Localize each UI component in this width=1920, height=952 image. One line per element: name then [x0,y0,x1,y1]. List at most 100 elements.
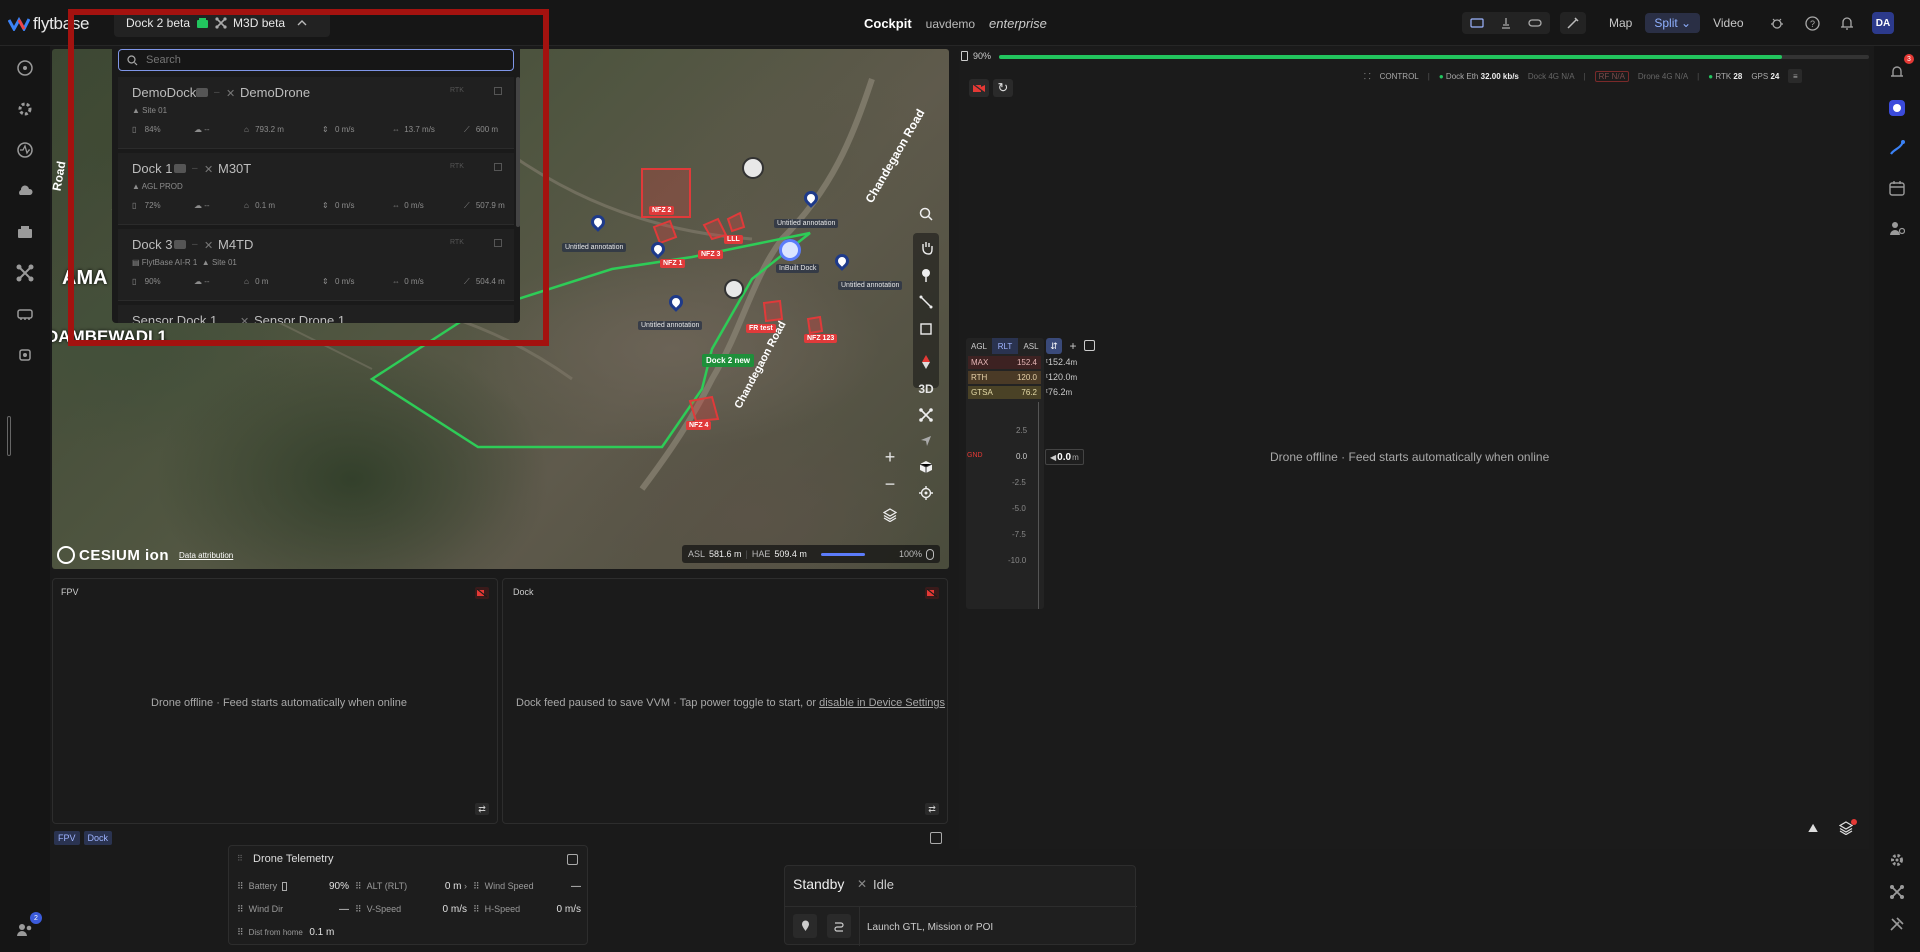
weather-icon[interactable] [13,179,37,203]
dashboard-icon[interactable] [13,56,37,80]
drone-icon: ✕ [857,877,868,891]
mode-rlt[interactable]: RLT [992,338,1018,354]
add-icon[interactable]: + [1066,338,1080,354]
telemetry-value: 0 m/s [556,903,581,915]
layers-icon[interactable] [877,502,903,528]
telemetry-value: 0 m [444,880,462,892]
tools-icon[interactable] [1885,912,1909,936]
drone-nav-icon[interactable] [13,261,37,285]
telemetry-label: Dist from home [248,927,303,937]
dock-marker[interactable] [724,279,744,299]
dock-label: Dock 2 new [702,354,755,367]
refresh-icon[interactable]: ↻ [993,79,1013,97]
line-tool-icon[interactable] [913,289,939,315]
drag-handle-icon[interactable]: ⠿ [237,854,243,863]
help-icon[interactable]: ? [1803,14,1821,32]
debug-icon[interactable] [1768,14,1786,32]
map-overlay-icon[interactable]: ⛰ [1802,818,1824,838]
cube-icon[interactable] [913,454,939,480]
mode-agl[interactable]: AGL [966,338,992,354]
compass-icon[interactable] [913,349,939,375]
navigate-arrow-icon[interactable] [913,428,939,454]
telemetry-panel: ⠿ Drone Telemetry ⠿ Battery 90% ⠿ ALT (R… [228,845,588,945]
nfz-label: LLL [724,235,743,244]
camera-off-icon[interactable] [969,79,989,97]
zoom-out-button[interactable]: − [877,471,903,497]
tier-label: enterprise [989,16,1047,31]
svg-text:?: ? [1809,19,1814,29]
bell-icon[interactable] [1838,14,1856,32]
tab-split[interactable]: Split ⌄ [1645,13,1701,33]
popout-icon[interactable] [930,832,942,844]
swap-icon[interactable]: ⇄ [925,803,939,815]
dock-marker[interactable] [742,157,764,179]
popout-icon[interactable] [1084,340,1095,351]
dock-control-icon[interactable] [1500,17,1512,29]
dock-feed-panel: Dock Dock feed paused to save VVM · Tap … [502,578,948,824]
fleet-icon[interactable] [13,302,37,326]
left-nav: 2 [0,46,50,952]
telemetry-altitude[interactable]: ⠿ ALT (RLT) 0 m › [355,876,467,896]
tab-dock[interactable]: Dock [83,831,113,845]
disable-settings-link[interactable]: disable in Device Settings [819,697,945,709]
hand-pan-icon[interactable] [913,235,939,261]
camera-off-icon[interactable] [925,587,939,599]
route-icon[interactable] [827,914,851,938]
settings-cog-icon[interactable] [13,97,37,121]
gamepad-icon[interactable] [1528,18,1542,28]
data-attribution-link[interactable]: Data attribution [179,551,233,560]
keyboard-icon[interactable] [1470,18,1484,28]
calendar-icon[interactable] [1885,176,1909,200]
dock-eth-rate: 32.00 kb/s [1480,71,1519,81]
tab-fpv[interactable]: FPV [54,831,80,845]
rf-value: N/A [1611,71,1625,81]
mode-asl[interactable]: ASL [1018,338,1044,354]
swap-icon[interactable]: ⇄ [475,803,489,815]
launch-prompt[interactable]: Launch GTL, Mission or POI [867,922,993,933]
dock-feed-message-text: Dock feed paused to save VVM · Tap power… [516,697,820,709]
flight-path-icon[interactable] [1885,136,1909,160]
highlight-box [68,9,549,346]
menu-icon[interactable]: ≡ [1788,69,1803,83]
scale-tick: -2.5 [1012,478,1026,487]
camera-off-icon[interactable] [475,587,489,599]
activity-icon[interactable] [13,138,37,162]
telemetry-value: — [571,880,581,892]
control-label: CONTROL [1379,71,1419,81]
operator-icon[interactable] [1885,216,1909,240]
polygon-tool-icon[interactable] [913,316,939,342]
alt-gtsa-row: GTSA 76.2 [968,386,1041,399]
draw-tool-button[interactable] [1560,12,1586,34]
popout-icon[interactable] [567,854,578,865]
avatar[interactable]: DA [1872,12,1894,34]
tab-map[interactable]: Map [1600,13,1641,33]
active-dock-marker[interactable] [779,239,801,261]
zoom-slider[interactable] [820,552,865,556]
altitude-lock-icon[interactable]: ⇵ [1046,338,1062,354]
telemetry-label: Battery [248,881,278,891]
integrations-icon[interactable] [13,343,37,367]
alt-value: 76.2 [1021,388,1037,397]
cesium-attribution: CESIUM ion [79,546,169,564]
location-pin-icon[interactable] [793,914,817,938]
zoom-in-button[interactable]: + [877,444,903,470]
toggle-3d-button[interactable]: 3D [913,376,939,402]
alt-scale-line [1038,402,1039,609]
fpv-title: FPV [61,587,79,597]
tab-video[interactable]: Video [1704,13,1752,33]
alert-icon[interactable] [1885,60,1909,84]
org-name: uavdemo [925,17,976,31]
dock-nav-icon[interactable] [13,220,37,244]
ai-assistant-icon[interactable] [1885,96,1909,120]
nav-scrollbar[interactable] [7,416,11,456]
altitude-widget: AGL RLT ASL MAX 152.4 RTH 120.0 GTSA 76.2 2… [966,338,1044,609]
drone-settings-icon[interactable] [1885,880,1909,904]
pin-icon[interactable] [913,262,939,288]
drone-focus-icon[interactable] [913,402,939,428]
telemetry-value: 90% [328,880,349,892]
feed-tabs: FPV Dock [54,831,113,845]
search-icon[interactable] [913,201,939,227]
hae-label: HAE [751,549,771,559]
locate-icon[interactable] [913,480,939,506]
settings-icon[interactable] [1885,848,1909,872]
